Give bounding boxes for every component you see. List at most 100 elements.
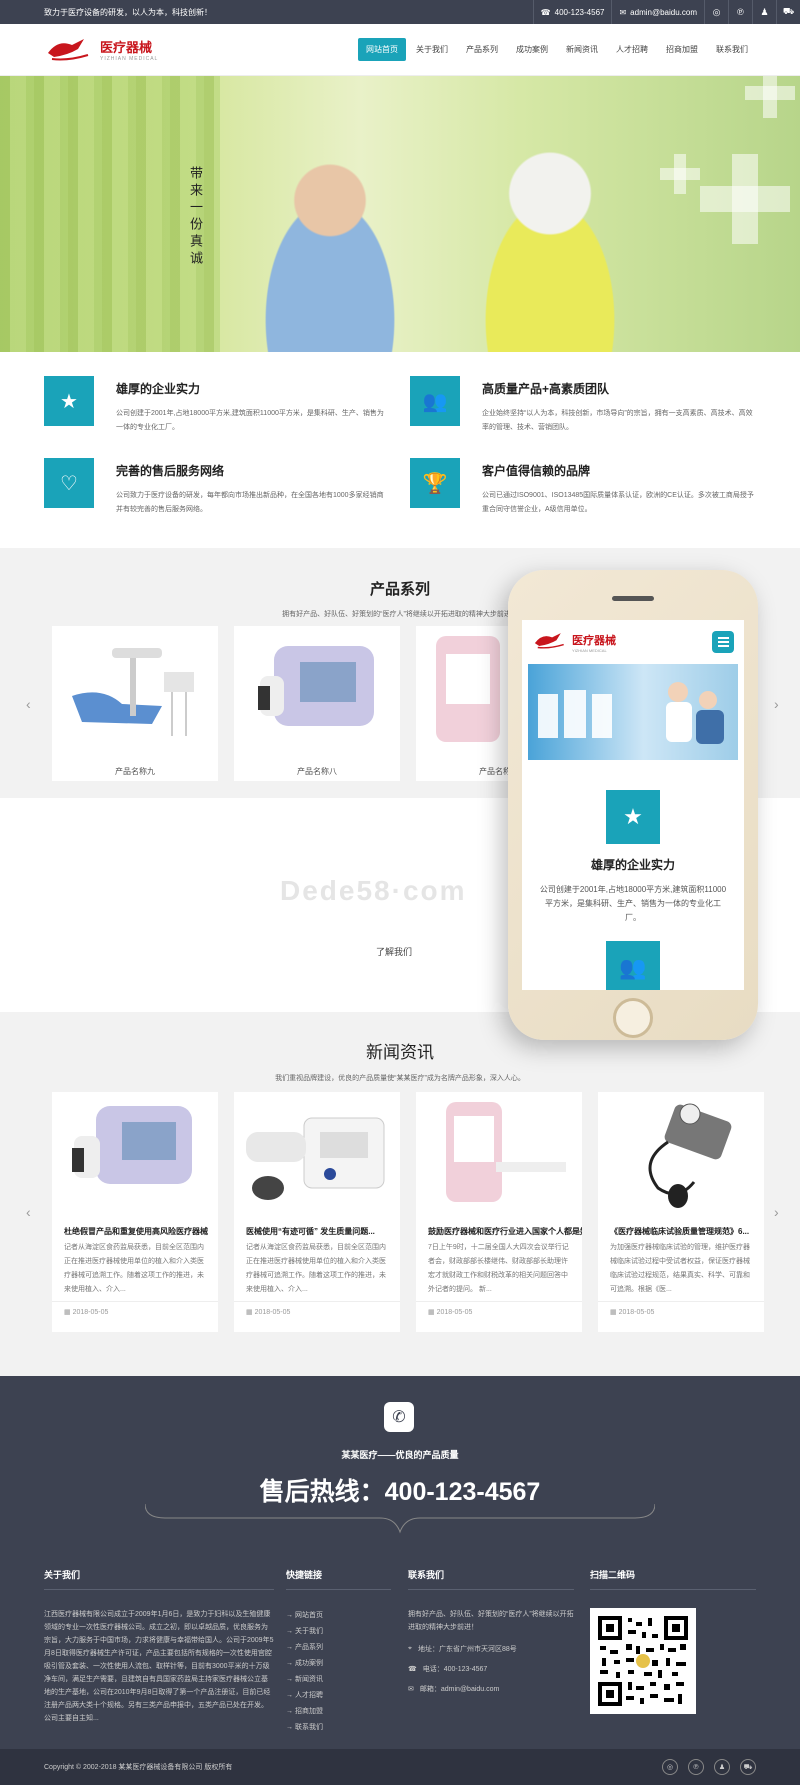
phone-screen: 医疗器械 YIZHIAN MEDICAL ★ 雄厚的企业实力 公司创建于2001… [522, 620, 744, 990]
banner-woman-image [450, 136, 650, 352]
hamburger-menu-icon[interactable] [712, 631, 734, 653]
news-date: ▦ 2018-05-05 [598, 1301, 764, 1322]
footer-link[interactable]: → 联系我们 [286, 1720, 391, 1736]
news-headline[interactable]: 医械使用“有迹可循” 发生质量问题... [234, 1214, 400, 1241]
news-subtitle: 我们重视品牌建设，优良的产品质量使“某某医疗”成为名牌产品形象，深入人心。 [275, 1075, 525, 1082]
phone-feature-title: 雄厚的企业实力 [590, 858, 675, 872]
news-headline[interactable]: 《医疗器械临床试验质量管理规范》6... [598, 1214, 764, 1241]
weibo-icon[interactable]: ◎ [704, 0, 728, 24]
calendar-icon: ▦ [428, 1309, 437, 1316]
nav-news[interactable]: 新闻资讯 [558, 38, 606, 61]
feature-item: 👥 高质量产品+高素质团队 企业始终坚持“以人为本，科技创新，市场导向”的宗旨，拥… [410, 376, 756, 458]
users-icon: 👥 [606, 941, 660, 990]
logo-subtitle: YIZHIAN MEDICAL [100, 56, 159, 62]
site-logo[interactable]: 医疗器械 YIZHIAN MEDICAL [44, 35, 324, 65]
nav-products[interactable]: 产品系列 [458, 38, 506, 61]
calendar-icon: ▦ [246, 1309, 255, 1316]
calendar-icon: ▦ [64, 1309, 73, 1316]
news-title: 新闻资讯 [366, 1043, 434, 1062]
footer-address: ⌖ 地址：广东省广州市天河区88号 [408, 1645, 517, 1653]
product-name: 产品名称九 [115, 767, 155, 776]
chevron-right-icon[interactable]: › [774, 1204, 779, 1220]
phone-speaker [612, 596, 654, 601]
footer-links-title: 快捷链接 [286, 1568, 391, 1590]
news-image [416, 1092, 582, 1214]
top-slogan: 致力于医疗设备的研发，以人为本，科技创新！ [44, 7, 212, 17]
footer-link[interactable]: → 产品系列 [286, 1640, 391, 1656]
footer-link[interactable]: → 关于我们 [286, 1624, 391, 1640]
nav-join[interactable]: 招商加盟 [658, 38, 706, 61]
news-headline[interactable]: 鼓励医疗器械和医疗行业进入国家个人都是好 [416, 1214, 582, 1241]
heart-icon: ♡ [44, 458, 94, 508]
news-headline[interactable]: 杜绝假冒产品和重复使用高风险医疗器械 [52, 1214, 218, 1241]
mail-icon: ✉ [408, 1686, 414, 1693]
product-image [234, 626, 400, 752]
cart-icon[interactable]: ⛟ [740, 1759, 756, 1775]
phone-icon: ☎ [408, 1666, 417, 1673]
features-section: ★ 雄厚的企业实力 公司创建于2001年,占地18000平方米,建筑面积11000… [0, 352, 800, 540]
feature-title: 完善的售后服务网络 [116, 464, 225, 478]
location-icon: ⌖ [408, 1645, 412, 1652]
banner-man-image [230, 136, 430, 352]
trophy-icon: 🏆 [410, 458, 460, 508]
footer-about-text: 江西医疗器械有限公司成立于2009年1月6日，是致力于妇科以及生殖健康领域的专业… [44, 1611, 274, 1722]
news-image [234, 1092, 400, 1214]
footer-email[interactable]: ✉ 邮箱：admin@baidu.com [408, 1684, 574, 1694]
main-nav: 网站首页 关于我们 产品系列 成功案例 新闻资讯 人才招聘 招商加盟 联系我们 [358, 38, 756, 61]
footer-links: 快捷链接 → 网站首页 → 关于我们 → 产品系列 → 成功案例 → 新闻资讯 … [286, 1568, 391, 1736]
hero-banner: 带来一份真诚 [0, 76, 800, 352]
qq-icon[interactable]: ♟ [714, 1759, 730, 1775]
news-excerpt: 7日上午9时，十二届全国人大四次会议举行记者会，财政部部长楼继伟、财政部部长助理… [428, 1244, 569, 1293]
footer-link[interactable]: → 网站首页 [286, 1608, 391, 1624]
banner-cross-deco [763, 76, 777, 118]
footer-link[interactable]: → 招商加盟 [286, 1704, 391, 1720]
chevron-left-icon[interactable]: ‹ [26, 696, 31, 712]
chevron-right-icon[interactable]: › [774, 696, 779, 712]
about-us-link[interactable]: 了解我们 [376, 945, 412, 958]
top-email[interactable]: ✉ admin@baidu.com [611, 0, 704, 24]
phone-header: 医疗器械 YIZHIAN MEDICAL [522, 620, 744, 664]
copyright-text: Copyright © 2002-2018 某某医疗器械设备有限公司 版权所有 [44, 1764, 233, 1771]
chevron-left-icon[interactable]: ‹ [26, 1204, 31, 1220]
news-card[interactable]: 《医疗器械临床试验质量管理规范》6... 为加强医疗器械临床试验的管理，维护医疗… [598, 1092, 764, 1332]
top-phone: ☎ 400-123-4567 [532, 0, 612, 24]
product-image [52, 626, 218, 752]
banner-cross-deco [674, 154, 686, 194]
footer-about: 关于我们 江西医疗器械有限公司成立于2009年1月6日，是致力于妇科以及生殖健康… [44, 1568, 274, 1725]
weibo-icon[interactable]: ◎ [662, 1759, 678, 1775]
feature-item: ♡ 完善的售后服务网络 公司致力于医疗设备的研发，每年都向市场推出新品种，在全国各… [44, 458, 390, 540]
nav-cases[interactable]: 成功案例 [508, 38, 556, 61]
product-card[interactable]: 产品名称九 [52, 626, 218, 781]
footer-link[interactable]: → 成功案例 [286, 1656, 391, 1672]
feature-text: 公司已通过ISO9001、ISO13485国际质量体系认证，欧洲的CE认证。多次… [482, 492, 754, 513]
site-footer: ✆ 某某医疗——优良的产品质量 售后热线：400-123-4567 关于我们 江… [0, 1376, 800, 1749]
cart-icon[interactable]: ⛟ [776, 0, 800, 24]
watermark-text: Dede58·com [280, 875, 467, 906]
footer-qr-title: 扫描二维码 [590, 1568, 756, 1590]
feature-title: 高质量产品+高素质团队 [482, 382, 610, 396]
nav-jobs[interactable]: 人才招聘 [608, 38, 656, 61]
phone-banner-image [528, 664, 738, 760]
pinterest-icon[interactable]: ℗ [728, 0, 752, 24]
phone-icon: ✆ [384, 1402, 414, 1432]
footer-link[interactable]: → 人才招聘 [286, 1688, 391, 1704]
pinterest-icon[interactable]: ℗ [688, 1759, 704, 1775]
nav-contact[interactable]: 联系我们 [708, 38, 756, 61]
nav-home[interactable]: 网站首页 [358, 38, 406, 61]
users-icon: 👥 [410, 376, 460, 426]
phone-mockup: 医疗器械 YIZHIAN MEDICAL ★ 雄厚的企业实力 公司创建于2001… [508, 570, 758, 1040]
phone-icon: ☎ [540, 7, 551, 17]
product-card[interactable]: 产品名称八 [234, 626, 400, 781]
footer-link[interactable]: → 新闻资讯 [286, 1672, 391, 1688]
news-card[interactable]: 杜绝假冒产品和重复使用高风险医疗器械 记者从海淀区食药监局获悉，目前全区范围内正… [52, 1092, 218, 1332]
star-icon: ★ [606, 790, 660, 844]
logo-title: 医疗器械 [100, 40, 153, 55]
news-card[interactable]: 鼓励医疗器械和医疗行业进入国家个人都是好 7日上午9时，十二届全国人大四次会议举… [416, 1092, 582, 1332]
feature-item: ★ 雄厚的企业实力 公司创建于2001年,占地18000平方米,建筑面积11000… [44, 376, 390, 458]
qq-icon[interactable]: ♟ [752, 0, 776, 24]
news-card[interactable]: 医械使用“有迹可循” 发生质量问题... 记者从海淀区食药监局获悉，目前全区范围… [234, 1092, 400, 1332]
footer-phone: ☎ 电话：400-123-4567 [408, 1666, 488, 1673]
nav-about[interactable]: 关于我们 [408, 38, 456, 61]
copyright-bar: Copyright © 2002-2018 某某医疗器械设备有限公司 版权所有 … [0, 1749, 800, 1785]
phone-logo-subtitle: YIZHIAN MEDICAL [572, 647, 607, 653]
